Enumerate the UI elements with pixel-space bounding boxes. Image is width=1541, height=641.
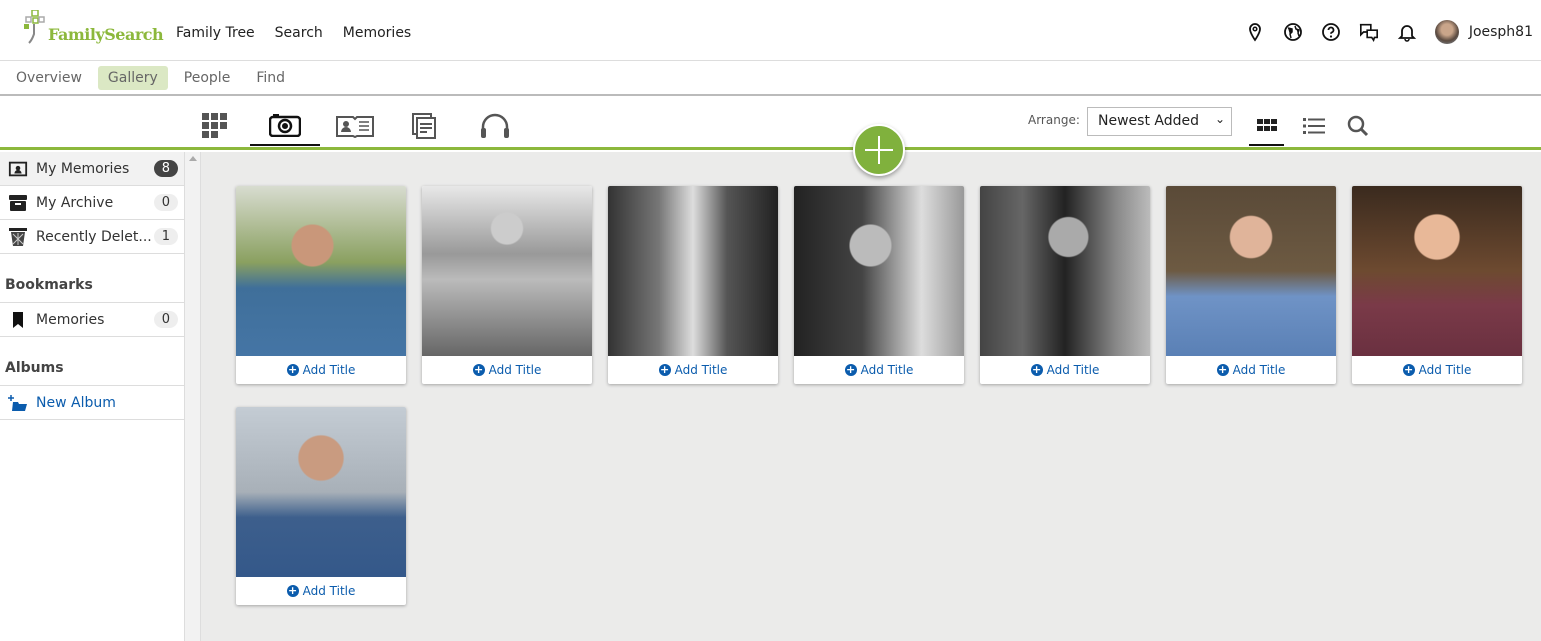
sidebar-item-recently-deleted[interactable]: Recently Delet... 1	[0, 220, 184, 254]
memory-card[interactable]: + Add Title	[236, 407, 406, 605]
familysearch-logo[interactable]: FamilySearch	[24, 10, 164, 44]
memory-card[interactable]: + Add Title	[608, 186, 778, 384]
count-badge: 0	[153, 311, 178, 328]
count-badge: 8	[153, 160, 178, 177]
sidebar-item-bookmark-memories[interactable]: Memories 0	[0, 303, 184, 337]
grid-all-icon	[202, 113, 227, 138]
plus-circle-icon: +	[472, 363, 485, 376]
top-header: FamilySearch Family Tree Search Memories…	[0, 0, 1541, 61]
bookmark-icon	[8, 311, 28, 328]
sub-nav: Overview Gallery People Find	[0, 61, 1541, 96]
plus-circle-icon: +	[286, 584, 299, 597]
bell-icon[interactable]	[1397, 22, 1417, 42]
add-title-button[interactable]: + Add Title	[236, 577, 406, 605]
scroll-up-arrow-icon[interactable]	[188, 156, 197, 161]
tab-people[interactable]: People	[174, 66, 241, 90]
sidebar-item-my-archive[interactable]: My Archive 0	[0, 186, 184, 220]
filter-photos-button[interactable]	[250, 106, 320, 146]
camera-icon	[269, 114, 301, 137]
add-title-button[interactable]: + Add Title	[236, 356, 406, 384]
grid-view-icon	[1256, 119, 1277, 131]
chat-icon[interactable]	[1359, 22, 1379, 42]
sidebar: My Memories 8 My Archive 0 Recently Delet.…	[0, 152, 185, 641]
gallery-grid: + Add Title + Add Title + Add Title + Add Title…	[201, 152, 1541, 641]
add-title-button[interactable]: + Add Title	[794, 356, 964, 384]
arrange-label: Arrange:	[1028, 113, 1080, 127]
memory-card[interactable]: + Add Title	[1166, 186, 1336, 384]
count-badge: 1	[153, 228, 178, 245]
tab-find[interactable]: Find	[246, 66, 295, 90]
memory-card[interactable]: + Add Title	[794, 186, 964, 384]
grid-view-button[interactable]	[1249, 106, 1284, 146]
plus-circle-icon: +	[1030, 363, 1043, 376]
add-title-button[interactable]: + Add Title	[1166, 356, 1336, 384]
tree-logo-icon	[24, 10, 45, 44]
story-book-icon	[336, 116, 374, 138]
add-title-button[interactable]: + Add Title	[980, 356, 1150, 384]
arrange-select[interactable]: Newest Added ⌄	[1087, 107, 1232, 136]
new-album-button[interactable]: New Album	[0, 386, 184, 420]
memory-card[interactable]: + Add Title	[236, 186, 406, 384]
memory-photo[interactable]	[236, 186, 406, 356]
add-memory-button[interactable]	[853, 124, 905, 176]
albums-heading: Albums	[0, 337, 184, 386]
count-badge: 0	[153, 194, 178, 211]
add-folder-icon	[8, 394, 28, 411]
nav-search[interactable]: Search	[275, 25, 323, 41]
add-title-button[interactable]: + Add Title	[422, 356, 592, 384]
memory-photo[interactable]	[794, 186, 964, 356]
tab-gallery[interactable]: Gallery	[97, 65, 168, 90]
archive-box-icon	[8, 194, 28, 211]
memory-photo[interactable]	[980, 186, 1150, 356]
memory-photo[interactable]	[608, 186, 778, 356]
add-title-button[interactable]: + Add Title	[608, 356, 778, 384]
filter-documents-button[interactable]	[390, 106, 460, 146]
plus-circle-icon: +	[658, 363, 671, 376]
filter-all-button[interactable]	[180, 106, 250, 146]
add-title-button[interactable]: + Add Title	[1352, 356, 1522, 384]
document-icon	[412, 113, 436, 139]
memory-card[interactable]: + Add Title	[1352, 186, 1522, 384]
memory-photo[interactable]	[422, 186, 592, 356]
avatar[interactable]	[1434, 20, 1459, 44]
nav-memories[interactable]: Memories	[343, 25, 411, 41]
chevron-down-icon: ⌄	[1214, 112, 1225, 126]
nav-family-tree[interactable]: Family Tree	[176, 25, 255, 41]
help-icon[interactable]	[1321, 22, 1341, 42]
memory-card[interactable]: + Add Title	[980, 186, 1150, 384]
filter-stories-button[interactable]	[320, 106, 390, 146]
bookmarks-heading: Bookmarks	[0, 254, 184, 303]
memory-card[interactable]: + Add Title	[422, 186, 592, 384]
list-view-icon	[1302, 118, 1325, 134]
memory-photo[interactable]	[236, 407, 406, 577]
plus-circle-icon: +	[1402, 363, 1415, 376]
plus-circle-icon: +	[286, 363, 299, 376]
list-view-button[interactable]	[1296, 106, 1331, 146]
plus-circle-icon: +	[1216, 363, 1229, 376]
globe-icon[interactable]	[1283, 22, 1303, 42]
search-icon	[1347, 115, 1368, 137]
tab-overview[interactable]: Overview	[6, 66, 92, 90]
headphones-icon	[481, 113, 509, 138]
location-pin-icon[interactable]	[1245, 22, 1265, 42]
search-button[interactable]	[1340, 106, 1375, 146]
memory-photo[interactable]	[1352, 186, 1522, 356]
sidebar-item-my-memories[interactable]: My Memories 8	[0, 152, 184, 186]
sidebar-scrollbar[interactable]	[185, 152, 201, 641]
toolbar: Arrange:	[0, 96, 1541, 150]
memories-book-icon	[8, 160, 28, 178]
trash-icon	[8, 227, 28, 246]
filter-audio-button[interactable]	[460, 106, 530, 146]
username[interactable]: Joesph81	[1469, 24, 1533, 40]
plus-circle-icon: +	[844, 363, 857, 376]
memory-photo[interactable]	[1166, 186, 1336, 356]
